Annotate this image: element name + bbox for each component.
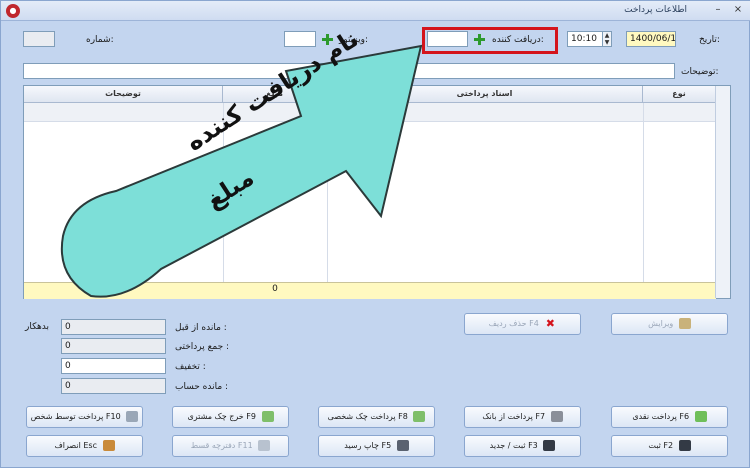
prev-balance-label: مانده از قبل : (175, 323, 227, 333)
payment-info-window: ● – × اطلاعات پرداخت تاریخ: ▦ 1400/06/17… (0, 0, 750, 468)
total-paid-field: 0 (61, 338, 166, 354)
cash-icon (694, 411, 707, 422)
delete-row-label: حذف ردیف F4 (488, 319, 539, 328)
annotation-arrow-overlay (60, 44, 423, 298)
installment-book-label: دفترچه قسط F11 (190, 441, 253, 450)
account-balance-label: مانده حساب : (175, 382, 229, 392)
bank-payment-label: پرداخت از بانک F7 (482, 412, 546, 421)
book-icon (258, 440, 271, 451)
discount-label: تخفیف : (175, 362, 206, 372)
print-receipt-button[interactable]: چاپ رسید F5 (318, 435, 435, 457)
edit-label: ویرایش (648, 319, 674, 328)
account-balance-field: 0 (61, 378, 166, 394)
bank-icon (550, 411, 563, 422)
bank-payment-button[interactable]: پرداخت از بانک F7 (464, 406, 581, 428)
personal-check-button[interactable]: پرداخت چک شخصی F8 (318, 406, 435, 428)
save-new-icon (543, 440, 556, 451)
personal-check-label: پرداخت چک شخصی F8 (327, 412, 408, 421)
pay-by-person-button[interactable]: پرداخت توسط شخص F10 (26, 406, 143, 428)
save-button[interactable]: ثبت F2 (611, 435, 728, 457)
edit-button[interactable]: ویرایش (611, 313, 728, 335)
check-icon (413, 411, 426, 422)
save-label: ثبت F2 (648, 441, 674, 450)
delete-x-icon: ✖ (545, 317, 555, 330)
save-new-label: ثبت / جدید F3 (489, 441, 538, 450)
print-receipt-label: چاپ رسید F5 (344, 441, 392, 450)
customer-check-icon (261, 411, 274, 422)
cash-payment-button[interactable]: پرداخت نقدی F6 (611, 406, 728, 428)
cash-payment-label: پرداخت نقدی F6 (632, 412, 690, 421)
exit-icon (102, 440, 115, 451)
prev-balance-field: 0 (61, 319, 166, 335)
delete-row-button[interactable]: حذف ردیف F4 ✖ (464, 313, 581, 335)
installment-book-button[interactable]: دفترچه قسط F11 (172, 435, 289, 457)
printer-icon (396, 440, 409, 451)
floppy-icon (678, 440, 691, 451)
customer-check-label: خرج چک مشتری F9 (187, 412, 256, 421)
discount-field[interactable]: 0 (61, 358, 166, 374)
save-new-button[interactable]: ثبت / جدید F3 (464, 435, 581, 457)
prev-balance-status: بدهکار (25, 322, 50, 332)
pencil-icon (678, 318, 691, 329)
total-paid-label: جمع پرداختی : (175, 342, 230, 352)
cancel-button[interactable]: انصراف Esc (26, 435, 143, 457)
customer-check-button[interactable]: خرج چک مشتری F9 (172, 406, 289, 428)
person-icon (126, 411, 139, 422)
pay-by-person-label: پرداخت توسط شخص F10 (30, 412, 121, 421)
cancel-label: انصراف Esc (54, 441, 97, 450)
